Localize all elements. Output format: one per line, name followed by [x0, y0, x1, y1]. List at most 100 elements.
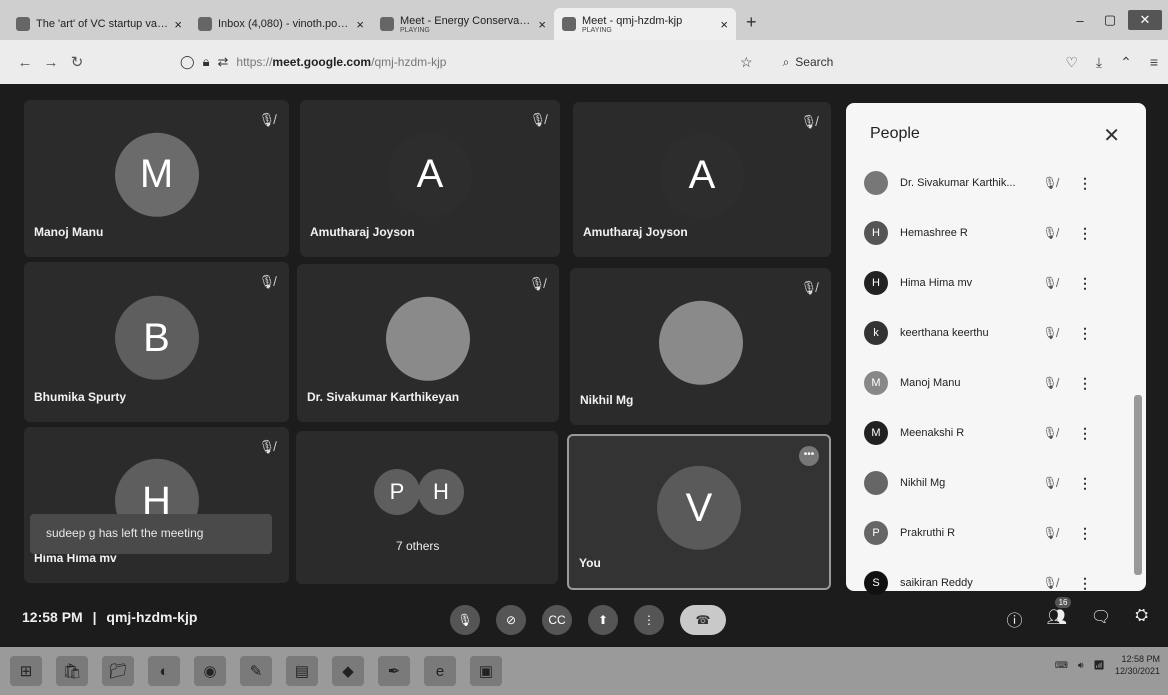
app-icon[interactable]: ▤	[286, 656, 318, 686]
browser-tab-2[interactable]: Inbox (4,080) - vinoth.pongu@×	[190, 8, 372, 40]
camera-off-button[interactable]: ⊘	[496, 605, 526, 635]
profile-photo	[658, 300, 743, 385]
meet-control-bar: 12:58 PM | qmj-hzdm-kjp 🎙︎ ⊘ CC ⬆ ⋮ ☎ ⓘ …	[0, 597, 1168, 647]
avatar: H	[864, 221, 888, 245]
firefox-icon[interactable]: ◉	[194, 656, 226, 686]
app-icon[interactable]: ◆	[332, 656, 364, 686]
scrollbar[interactable]	[1134, 115, 1142, 575]
more-vert-icon[interactable]: ⋮	[1070, 425, 1100, 442]
avatar: H	[418, 469, 464, 515]
start-button[interactable]: ⊞	[10, 656, 42, 686]
search-box[interactable]: ⌕ Search	[783, 55, 834, 70]
app-icon[interactable]: ✒	[378, 656, 410, 686]
participant-tile[interactable]: H 🎙︎̸ Hima Hima mv	[24, 427, 289, 583]
mic-off-icon: 🎙︎̸	[1042, 476, 1058, 490]
others-count-label: 7 others	[396, 539, 440, 553]
browser-tab-1[interactable]: The 'art' of VC startup valuatio×	[8, 8, 190, 40]
minimize-icon[interactable]: –	[1068, 13, 1092, 28]
people-button[interactable]: 👥︎ 16	[1047, 597, 1072, 631]
participant-tile[interactable]: B 🎙︎̸ Bhumika Spurty	[24, 262, 289, 422]
file-explorer-icon[interactable]: 📁︎	[102, 656, 134, 686]
menu-icon[interactable]: ≡	[1150, 54, 1158, 71]
list-item[interactable]: k keerthana keerthu 🎙︎̸ ⋮	[864, 308, 1134, 358]
app-icon[interactable]: ▣	[470, 656, 502, 686]
window-close-icon[interactable]: ✕	[1128, 10, 1162, 30]
list-item[interactable]: Nikhil Mg 🎙︎̸ ⋮	[864, 458, 1134, 508]
browser-tab-3[interactable]: Meet - Energy Conservation - PLAYING ×	[372, 8, 554, 40]
microphone-button[interactable]: 🎙︎	[450, 605, 480, 635]
more-vert-icon[interactable]: ⋮	[1070, 575, 1100, 592]
scrollbar-thumb[interactable]	[1134, 395, 1142, 575]
activities-icon[interactable]: ⛭	[1135, 607, 1148, 631]
more-vert-icon[interactable]: ⋮	[1070, 175, 1100, 192]
mic-off-icon: 🎙︎̸	[258, 112, 275, 127]
back-icon[interactable]: ←	[12, 54, 38, 71]
more-vert-icon[interactable]: ⋮	[1070, 225, 1100, 242]
more-vert-icon[interactable]: ⋮	[1070, 325, 1100, 342]
window-controls: – ▢ ✕	[1068, 10, 1162, 30]
list-item[interactable]: P Prakruthi R 🎙︎̸ ⋮	[864, 508, 1134, 558]
close-tab-icon[interactable]: ×	[538, 17, 546, 32]
reload-icon[interactable]: ↻	[64, 53, 90, 71]
browser-tab-4[interactable]: Meet - qmj-hzdm-kjp PLAYING ×	[554, 8, 736, 40]
present-button[interactable]: ⬆	[588, 605, 618, 635]
participant-tile[interactable]: M 🎙︎̸ Manoj Manu	[24, 100, 289, 257]
volume-icon[interactable]: 🔊︎	[1078, 660, 1084, 671]
app-icon[interactable]: ◐	[148, 656, 180, 686]
list-item[interactable]: M Manoj Manu 🎙︎̸ ⋮	[864, 358, 1134, 408]
new-tab-button[interactable]: +	[736, 12, 767, 40]
participant-tile[interactable]: A 🎙︎̸ Amutharaj Joyson	[300, 100, 560, 257]
store-icon[interactable]: 🛍︎	[56, 656, 88, 686]
favicon-icon	[16, 17, 30, 31]
info-icon[interactable]: ⓘ	[1007, 607, 1023, 631]
pocket-icon[interactable]: ♡	[1065, 54, 1078, 71]
mic-off-icon: 🎙︎̸	[1042, 426, 1058, 440]
browser-tab-bar: The 'art' of VC startup valuatio× Inbox …	[0, 0, 1168, 40]
participant-tile[interactable]: 🎙︎̸ Dr. Sivakumar Karthikeyan	[297, 264, 559, 422]
more-options-button[interactable]: ⋮	[634, 605, 664, 635]
close-tab-icon[interactable]: ×	[720, 17, 728, 32]
list-item[interactable]: H Hemashree R 🎙︎̸ ⋮	[864, 208, 1134, 258]
participant-name: Nikhil Mg	[580, 393, 634, 407]
self-tile[interactable]: V ••• You	[567, 434, 831, 590]
captions-button[interactable]: CC	[542, 605, 572, 635]
internet-explorer-icon[interactable]: e	[424, 656, 456, 686]
list-item[interactable]: M Meenakshi R 🎙︎̸ ⋮	[864, 408, 1134, 458]
profile-photo	[386, 296, 470, 381]
meeting-details: 12:58 PM | qmj-hzdm-kjp	[22, 609, 198, 625]
more-vert-icon[interactable]: ⋮	[1070, 375, 1100, 392]
participant-tile[interactable]: A 🎙︎̸ Amutharaj Joyson	[573, 102, 831, 257]
close-tab-icon[interactable]: ×	[356, 17, 364, 32]
avatar: M	[864, 421, 888, 445]
mic-off-icon: 🎙︎̸	[529, 112, 546, 127]
address-bar[interactable]: ◯ 🔒︎ ⇄ https://meet.google.com/qmj-hzdm-…	[180, 54, 740, 70]
list-item[interactable]: H Hima Hima mv 🎙︎̸ ⋮	[864, 258, 1134, 308]
list-item[interactable]: Dr. Sivakumar Karthik... 🎙︎̸ ⋮	[864, 158, 1134, 208]
forward-icon[interactable]: →	[38, 54, 64, 71]
notification-toast: sudeep g has left the meeting	[30, 514, 272, 554]
others-tile[interactable]: P H 7 others	[296, 431, 558, 584]
keyboard-icon[interactable]: ⌨	[1055, 660, 1068, 671]
call-controls: 🎙︎ ⊘ CC ⬆ ⋮ ☎	[450, 605, 726, 635]
close-tab-icon[interactable]: ×	[174, 17, 182, 32]
leave-call-button[interactable]: ☎	[680, 605, 726, 635]
close-panel-icon[interactable]: ✕	[1103, 123, 1120, 148]
participant-tile[interactable]: 🎙︎̸ Nikhil Mg	[570, 268, 831, 425]
system-tray: ⌨ 🔊︎ 📶︎ 12:58 PM 12/30/2021	[1055, 653, 1160, 677]
extensions-icon[interactable]: ⌃	[1120, 54, 1132, 71]
gmail-favicon-icon	[198, 17, 212, 31]
more-vert-icon[interactable]: ⋮	[1070, 525, 1100, 542]
participant-count-badge: 16	[1054, 597, 1072, 608]
chat-icon[interactable]: 🗨︎	[1091, 607, 1111, 631]
maximize-icon[interactable]: ▢	[1098, 12, 1122, 28]
bookmark-star-icon[interactable]: ☆	[740, 54, 753, 71]
network-icon[interactable]: 📶︎	[1094, 660, 1105, 671]
download-icon[interactable]: ⤓	[1096, 54, 1102, 71]
search-icon: ⌕	[782, 54, 790, 69]
clock[interactable]: 12:58 PM 12/30/2021	[1115, 653, 1160, 677]
more-vert-icon[interactable]: ⋮	[1070, 275, 1100, 292]
more-vert-icon[interactable]: ⋮	[1070, 475, 1100, 492]
more-options-icon[interactable]: •••	[799, 446, 819, 466]
mic-off-icon: 🎙︎̸	[1042, 376, 1058, 390]
app-icon[interactable]: ✎	[240, 656, 272, 686]
